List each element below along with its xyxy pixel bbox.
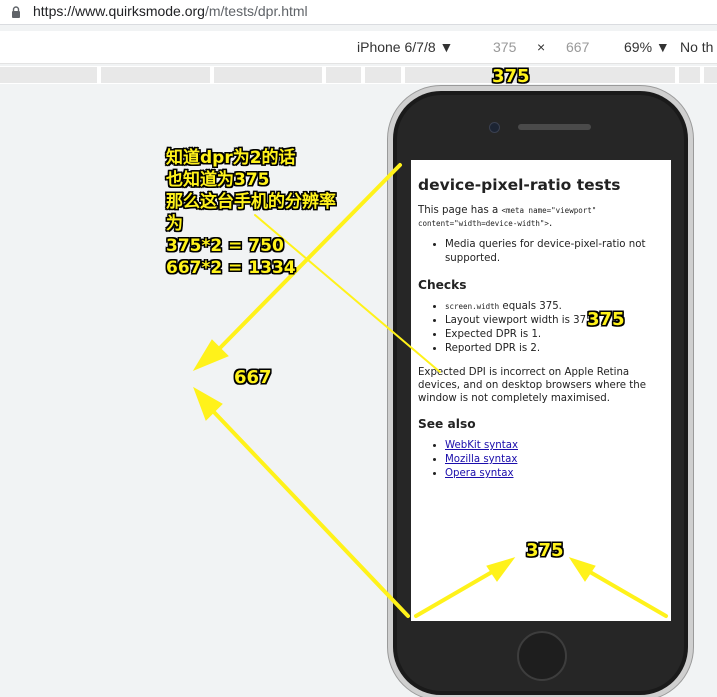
page-title: device-pixel-ratio tests — [418, 176, 621, 194]
home-button — [517, 631, 567, 681]
media-query-segment[interactable] — [0, 67, 97, 83]
annotation-width-right: 375 — [587, 309, 625, 330]
list-item: Media queries for device-pixel-ratio not… — [445, 238, 665, 266]
media-query-segment[interactable] — [326, 67, 361, 83]
throttle-select[interactable]: No th — [680, 39, 713, 55]
list-item: Opera syntax — [445, 467, 665, 481]
mozilla-syntax-link[interactable]: Mozilla syntax — [445, 454, 517, 465]
list-item: screen.width equals 375. — [445, 300, 665, 314]
dpi-note: Expected DPI is incorrect on Apple Retin… — [418, 367, 647, 404]
intro-paragraph: This page has a <meta name="viewport" co… — [418, 205, 597, 229]
see-also-heading: See also — [418, 417, 476, 431]
url-host: https://www.quirksmode.org — [33, 3, 205, 19]
see-also-list: WebKit syntax Mozilla syntax Opera synta… — [411, 439, 671, 481]
media-query-segment[interactable] — [101, 67, 210, 83]
address-bar[interactable]: https://www.quirksmode.org/m/tests/dpr.h… — [0, 0, 717, 25]
list-item: Expected DPR is 1. — [445, 328, 665, 342]
dimension-separator: × — [537, 39, 546, 55]
url-path: /m/tests/dpr.html — [204, 3, 308, 19]
media-query-segment[interactable] — [704, 67, 717, 83]
media-query-segment[interactable] — [214, 67, 322, 83]
height-input[interactable]: 667 — [566, 39, 589, 55]
speaker-grille — [518, 124, 591, 130]
width-input[interactable]: 375 — [493, 39, 516, 55]
webkit-syntax-link[interactable]: WebKit syntax — [445, 440, 518, 451]
annotation-height: 667 — [234, 367, 272, 388]
media-query-bar — [0, 66, 717, 84]
support-list: Media queries for device-pixel-ratio not… — [411, 238, 671, 266]
media-query-segment[interactable] — [365, 67, 401, 83]
zoom-select[interactable]: 69% ▼ — [624, 39, 670, 55]
checks-heading: Checks — [418, 278, 467, 292]
annotation-note: 知道dpr为2的话 也知道为375 那么这台手机的分辨率 为 375*2 = 7… — [166, 148, 336, 278]
annotation-width-bottom: 375 — [526, 540, 564, 561]
list-item: Mozilla syntax — [445, 453, 665, 467]
camera-icon — [489, 122, 500, 133]
url-text[interactable]: https://www.quirksmode.org/m/tests/dpr.h… — [33, 3, 308, 19]
media-query-segment[interactable] — [679, 67, 700, 83]
checks-list: screen.width equals 375. Layout viewport… — [411, 300, 671, 356]
screen-width-code: screen.width — [445, 302, 500, 311]
list-item: Layout viewport width is 375. — [445, 314, 665, 328]
annotation-width-top: 375 — [492, 66, 530, 87]
device-select[interactable]: iPhone 6/7/8 ▼ — [357, 39, 453, 55]
lock-icon — [12, 6, 20, 18]
list-item: WebKit syntax — [445, 439, 665, 453]
media-query-segment[interactable] — [405, 67, 675, 83]
device-toolbar: iPhone 6/7/8 ▼ 375 × 667 69% ▼ No th — [0, 31, 717, 64]
list-item: Reported DPR is 2. — [445, 342, 665, 356]
opera-syntax-link[interactable]: Opera syntax — [445, 468, 513, 479]
